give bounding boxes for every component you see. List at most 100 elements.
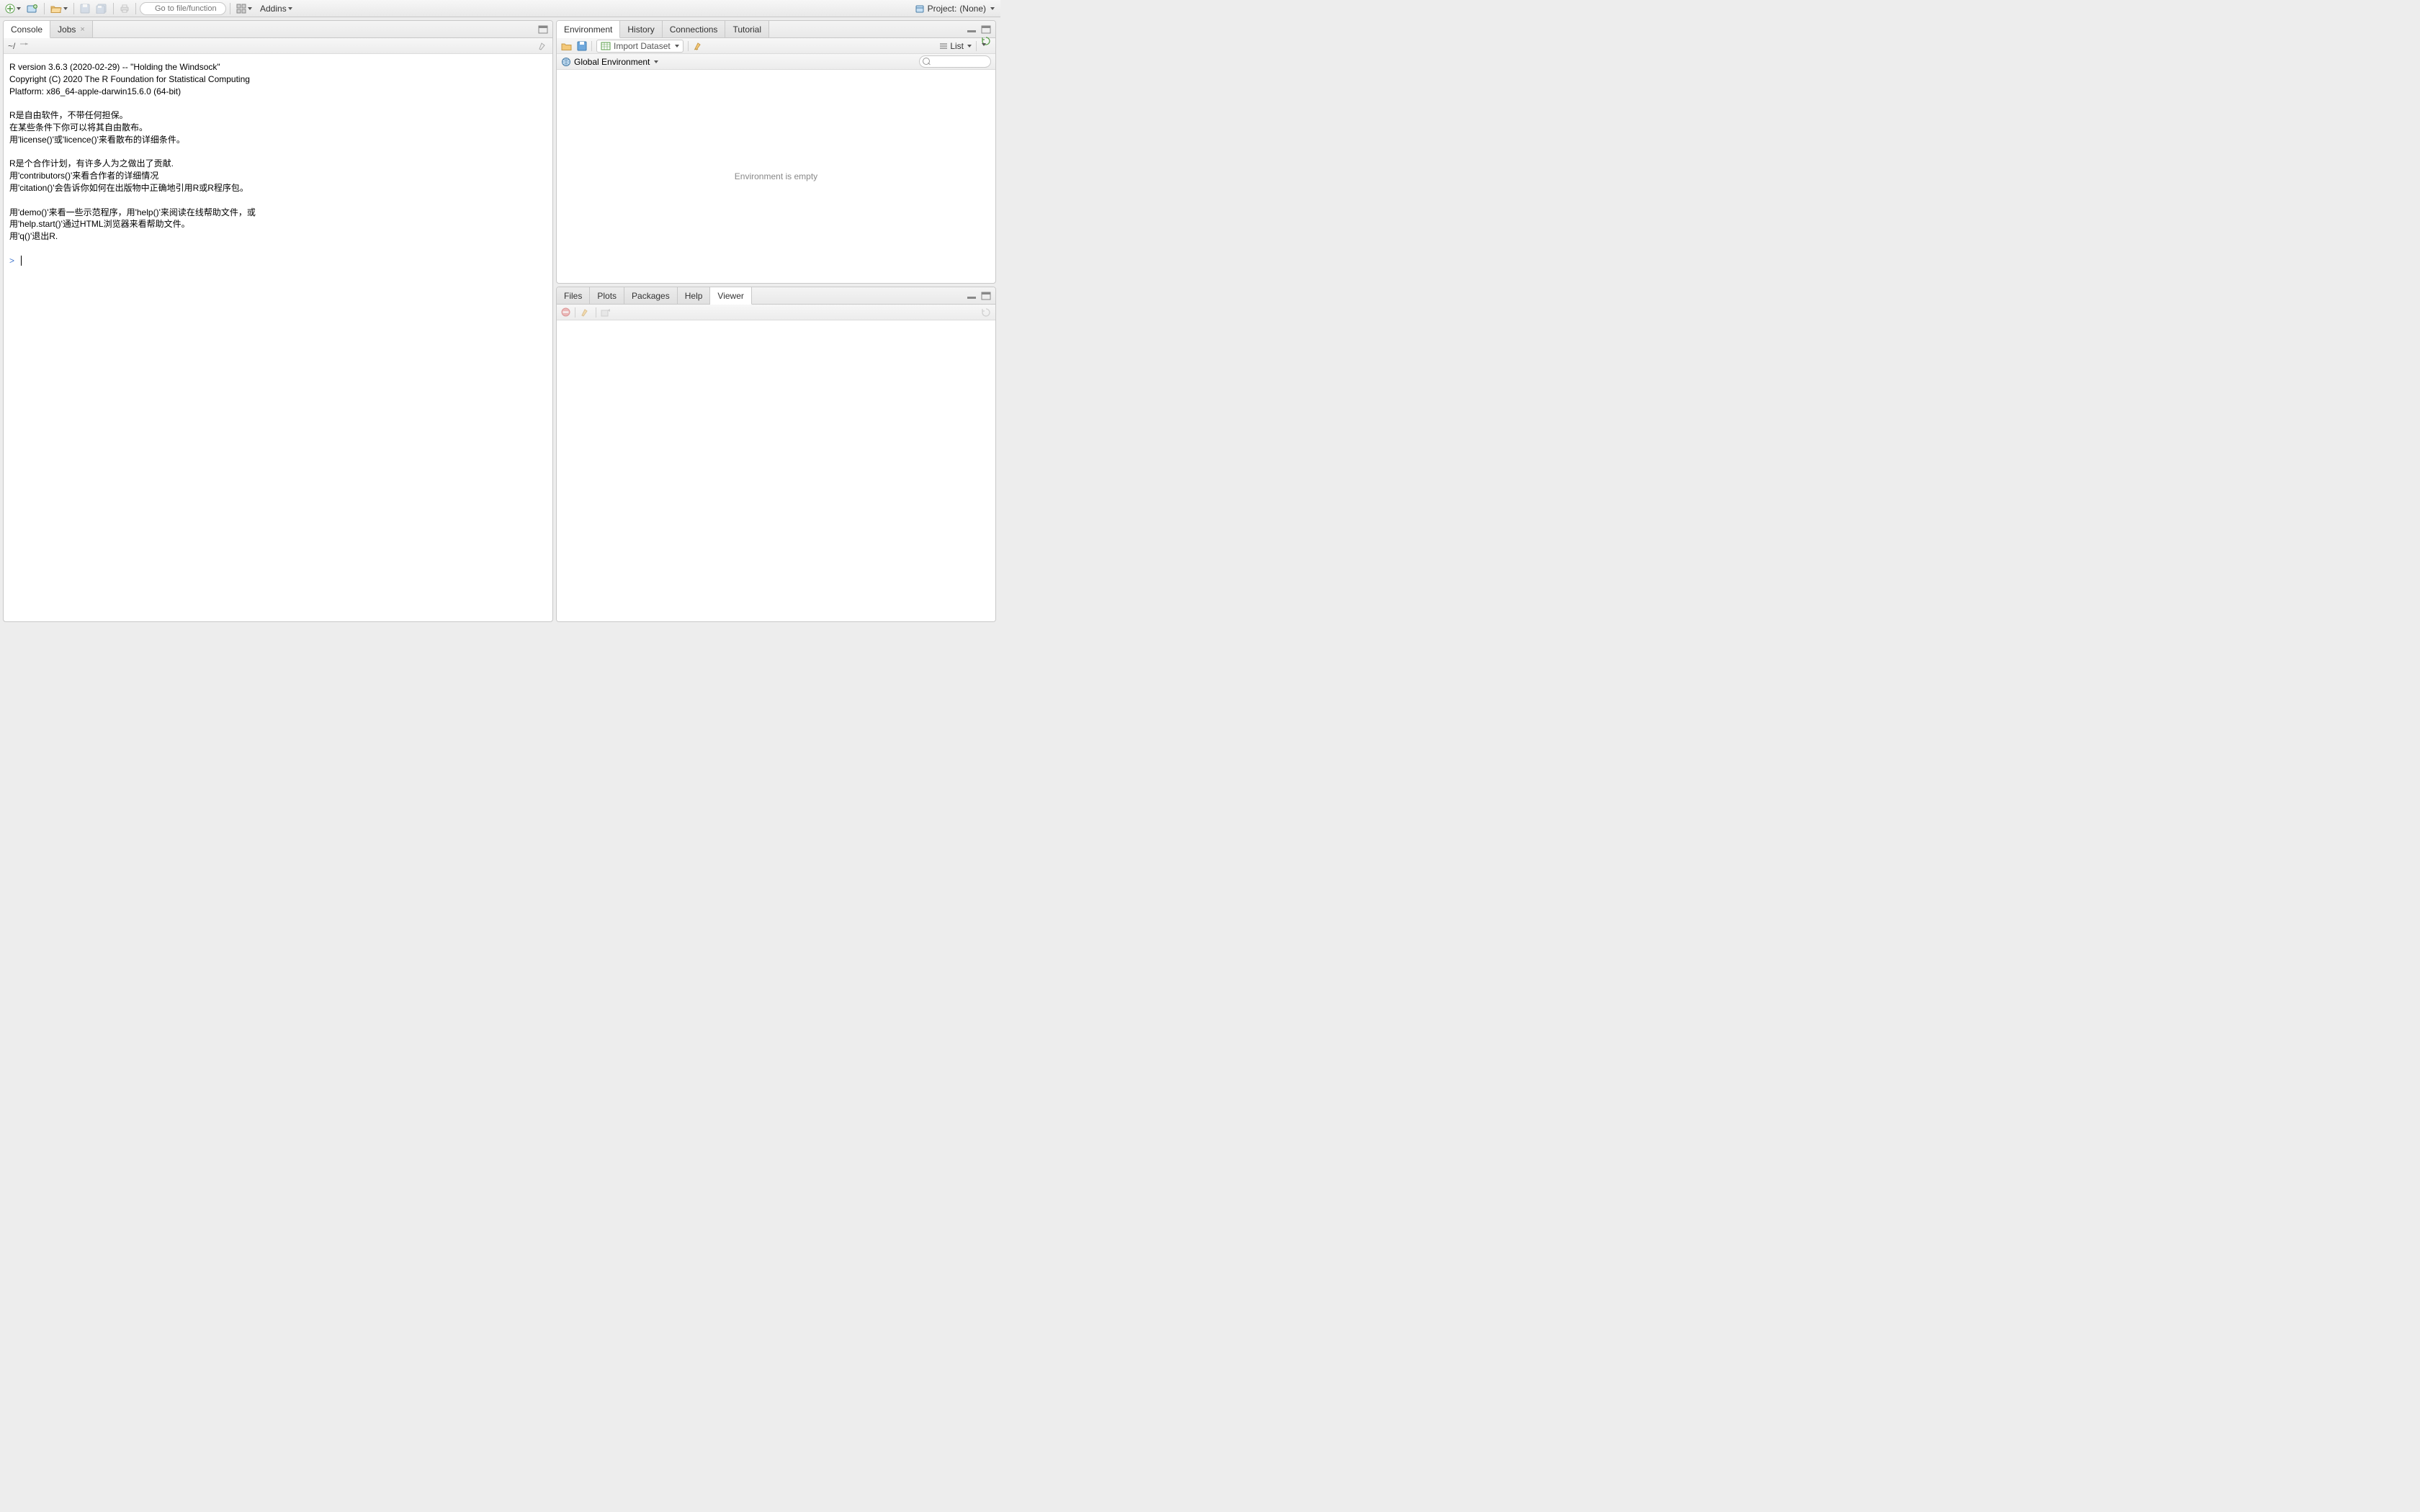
grid-button[interactable] — [234, 1, 254, 16]
goto-file-input[interactable] — [140, 2, 226, 15]
new-project-button[interactable] — [24, 1, 40, 16]
scope-selector[interactable]: Global Environment — [561, 57, 658, 67]
environment-body: Environment is empty — [557, 70, 995, 283]
tab-packages[interactable]: Packages — [624, 287, 678, 304]
export-icon — [601, 308, 611, 317]
project-cube-icon — [915, 4, 925, 14]
separator — [591, 41, 592, 51]
tab-environment-label: Environment — [564, 24, 612, 35]
maximize-pane-icon[interactable] — [981, 25, 991, 34]
main-toolbar: Addins Project: (None) — [0, 0, 1000, 17]
viewer-toolbar — [557, 305, 995, 320]
floppy-icon — [80, 4, 90, 14]
floppy-icon — [577, 41, 587, 51]
print-button[interactable] — [117, 1, 132, 16]
refresh-icon — [981, 307, 991, 318]
minimize-pane-icon[interactable] — [967, 292, 977, 300]
scope-label: Global Environment — [574, 57, 650, 67]
addins-menu[interactable]: Addins — [256, 1, 297, 16]
maximize-pane-icon[interactable] — [538, 25, 548, 34]
broom-icon — [693, 41, 704, 51]
chevron-down-icon — [63, 7, 68, 10]
console-pane: Console Jobs × ~/ — [3, 20, 553, 622]
console-path-bar: ~/ — [4, 38, 552, 54]
viewer-tabs: Files Plots Packages Help Viewer — [557, 287, 995, 305]
folder-open-icon — [561, 41, 573, 51]
viewer-body — [557, 320, 995, 621]
tab-help-label: Help — [685, 291, 703, 301]
tab-history[interactable]: History — [620, 21, 662, 37]
new-file-button[interactable] — [3, 1, 23, 16]
plus-circle-icon — [5, 4, 15, 14]
tab-viewer[interactable]: Viewer — [710, 287, 751, 305]
separator — [135, 3, 136, 14]
environment-search-input[interactable] — [919, 55, 991, 68]
tab-tutorial[interactable]: Tutorial — [725, 21, 769, 37]
separator — [73, 3, 74, 14]
load-workspace-button[interactable] — [561, 41, 573, 51]
environment-toolbar: Import Dataset List — [557, 38, 995, 54]
sync-viewer-button[interactable] — [981, 307, 991, 318]
addins-label: Addins — [260, 4, 287, 14]
tab-jobs-label: Jobs — [58, 24, 76, 35]
tab-packages-label: Packages — [632, 291, 670, 301]
save-button[interactable] — [78, 1, 92, 16]
tab-history-label: History — [627, 24, 654, 35]
tab-files[interactable]: Files — [557, 287, 590, 304]
tab-plots-label: Plots — [597, 291, 617, 301]
tab-connections-label: Connections — [670, 24, 718, 35]
console-banner-text: R version 3.6.3 (2020-02-29) -- "Holding… — [9, 62, 256, 241]
clear-viewer-button[interactable] — [580, 307, 591, 318]
tab-console-label: Console — [11, 24, 42, 35]
chevron-down-icon — [967, 45, 972, 48]
grid-table-icon — [601, 42, 611, 50]
maximize-pane-icon[interactable] — [981, 292, 991, 300]
project-selector[interactable]: Project: (None) — [915, 4, 998, 14]
chevron-down-icon — [248, 7, 252, 10]
environment-pane: Environment History Connections Tutorial — [556, 20, 996, 284]
tab-plots[interactable]: Plots — [590, 287, 624, 304]
export-viewer-button[interactable] — [601, 308, 611, 317]
chevron-down-icon — [654, 60, 658, 63]
remove-viewer-item-button[interactable] — [561, 307, 570, 317]
tab-connections[interactable]: Connections — [663, 21, 726, 37]
folder-open-icon — [50, 4, 62, 14]
import-dataset-label: Import Dataset — [614, 41, 671, 51]
no-entry-icon — [561, 307, 570, 317]
open-dir-icon[interactable] — [19, 42, 28, 50]
view-mode-label: List — [950, 41, 964, 51]
open-file-button[interactable] — [48, 1, 70, 16]
save-workspace-button[interactable] — [577, 41, 587, 51]
grid-icon — [236, 4, 246, 14]
close-icon[interactable]: × — [80, 25, 84, 34]
clear-objects-button[interactable] — [693, 41, 704, 51]
separator — [44, 3, 45, 14]
tab-environment[interactable]: Environment — [557, 21, 620, 38]
environment-empty-text: Environment is empty — [735, 171, 817, 181]
chevron-down-icon — [675, 45, 679, 48]
globe-icon — [561, 57, 571, 67]
console-tabs: Console Jobs × — [4, 21, 552, 38]
project-label: Project: — [928, 4, 957, 14]
view-list-button[interactable]: List — [939, 41, 972, 51]
tab-console[interactable]: Console — [4, 21, 50, 38]
text-cursor — [21, 256, 22, 266]
import-dataset-button[interactable]: Import Dataset — [596, 40, 684, 53]
minimize-pane-icon[interactable] — [967, 26, 977, 33]
separator — [976, 41, 977, 51]
tab-files-label: Files — [564, 291, 582, 301]
chevron-down-icon — [17, 7, 21, 10]
chevron-down-icon — [990, 7, 995, 10]
separator — [113, 3, 114, 14]
save-all-button[interactable] — [94, 1, 109, 16]
viewer-pane: Files Plots Packages Help Viewer — [556, 287, 996, 622]
tab-help[interactable]: Help — [678, 287, 711, 304]
project-value: (None) — [959, 4, 986, 14]
clear-console-icon[interactable] — [538, 42, 548, 50]
console-output[interactable]: R version 3.6.3 (2020-02-29) -- "Holding… — [4, 54, 552, 621]
refresh-button[interactable] — [981, 36, 991, 56]
tab-jobs[interactable]: Jobs × — [50, 21, 93, 37]
tab-tutorial-label: Tutorial — [732, 24, 761, 35]
tab-viewer-label: Viewer — [717, 291, 743, 301]
project-plus-icon — [27, 4, 38, 14]
